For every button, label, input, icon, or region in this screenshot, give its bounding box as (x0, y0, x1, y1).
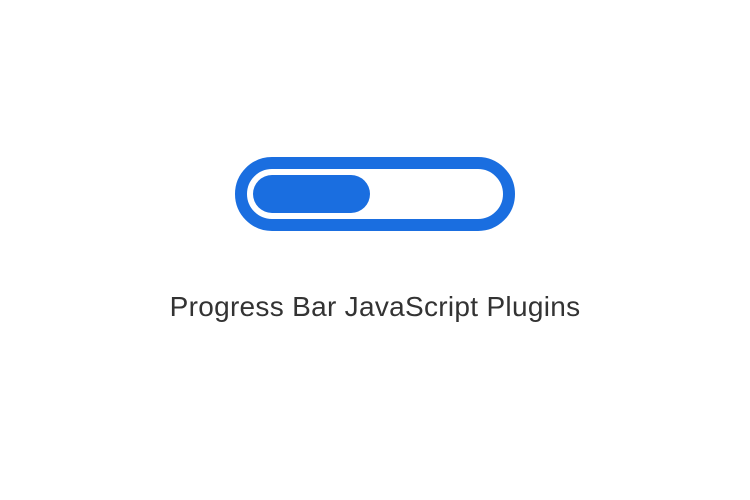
caption-text: Progress Bar JavaScript Plugins (170, 291, 581, 323)
progress-bar-icon (235, 157, 515, 231)
progress-bar-fill (253, 175, 370, 213)
